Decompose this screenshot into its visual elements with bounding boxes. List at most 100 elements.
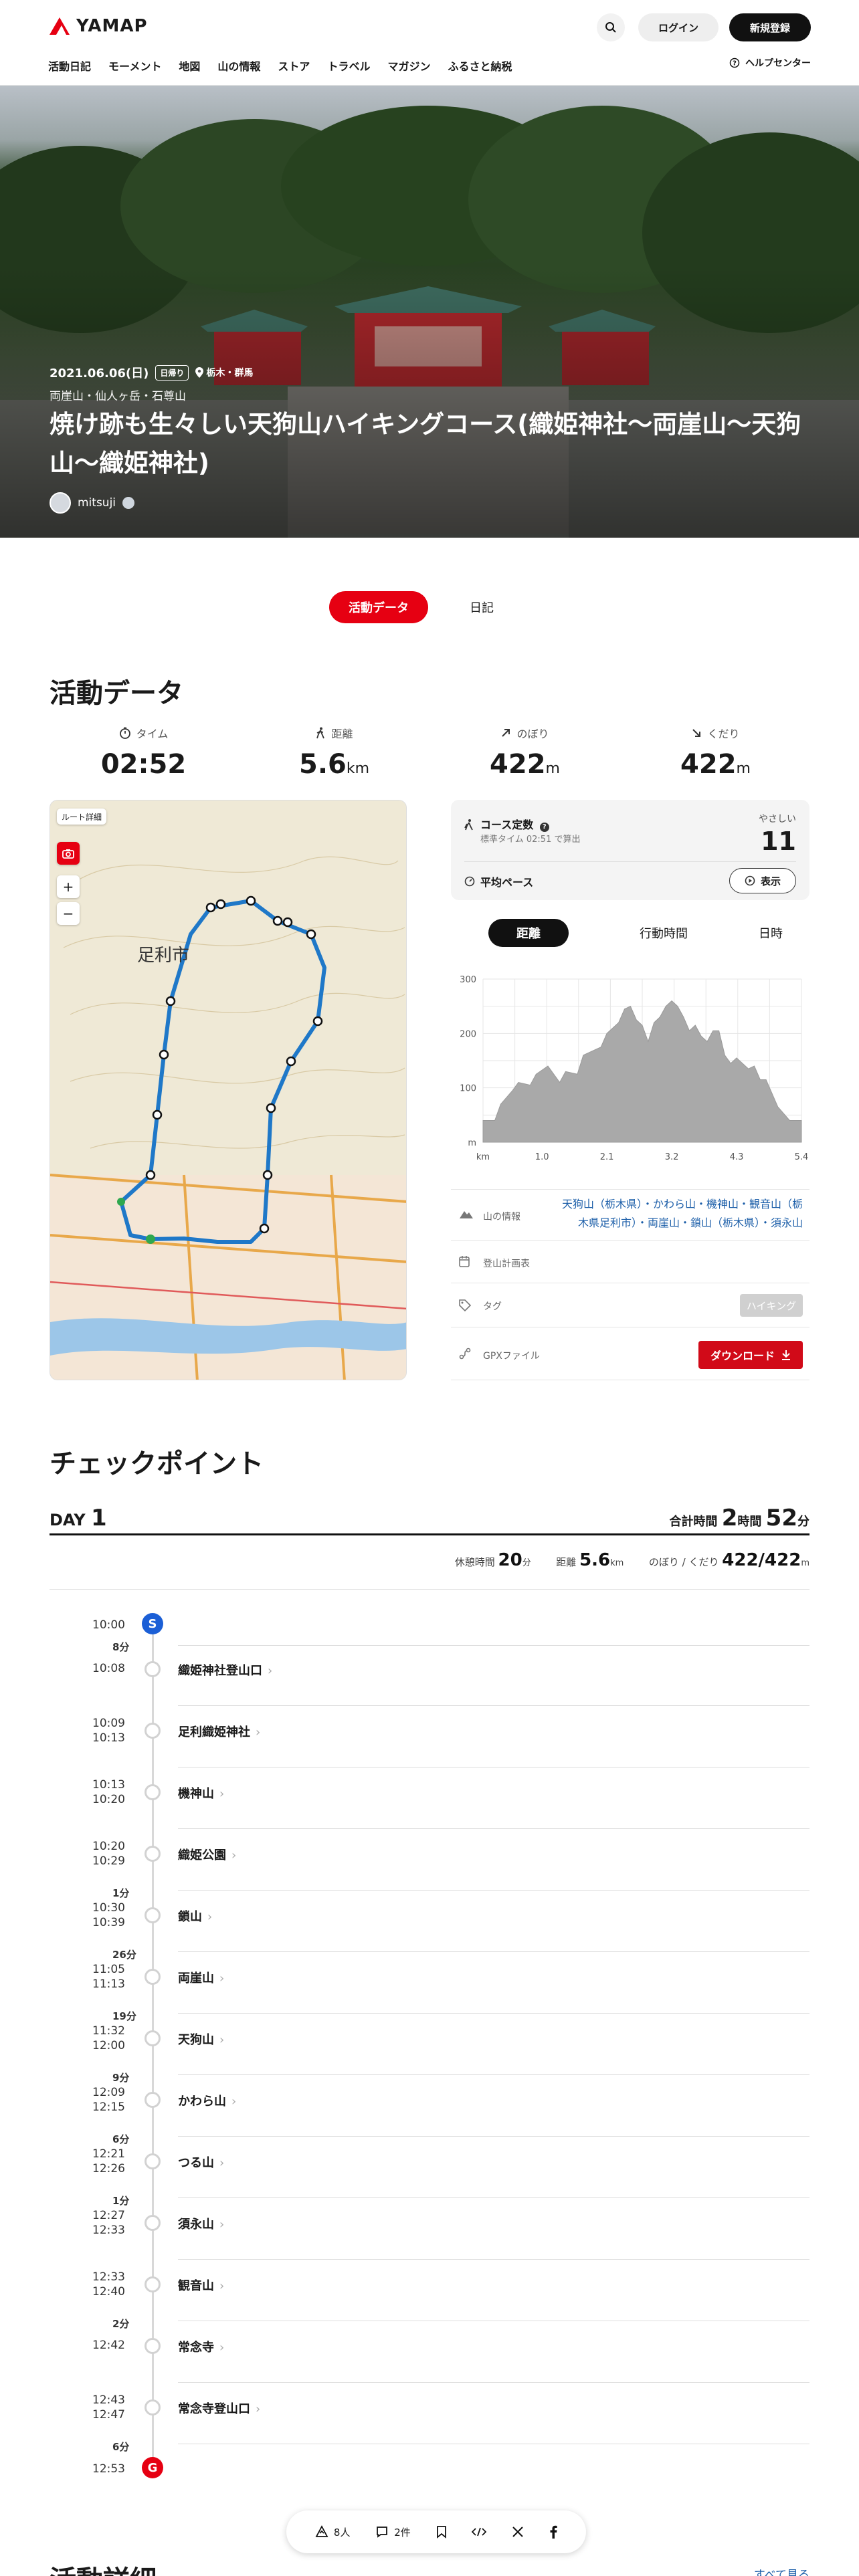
yamap-logo[interactable]: YAMAP (48, 16, 148, 36)
login-button[interactable]: ログイン (638, 13, 719, 41)
zoom-in-button[interactable]: + (57, 875, 80, 898)
checkpoint-name-link[interactable]: 常念寺登山口 › (178, 2399, 260, 2417)
show-pace-button[interactable]: 表示 (729, 868, 796, 893)
mountain-logo-icon (50, 17, 70, 35)
nav-item-activity[interactable]: 活動日記 (48, 58, 91, 74)
interval-label: 8分 (112, 1641, 130, 1653)
checkpoint-dot (145, 1723, 161, 1739)
main-nav: 活動日記 モーメント 地図 山の情報 ストア トラベル マガジン ふるさと納税 (48, 58, 512, 74)
checkpoint-time: 11:32 (92, 2024, 125, 2038)
checkpoint-name: 常念寺 (178, 2341, 214, 2355)
checkpoint-name-link[interactable]: つる山 › (178, 2153, 224, 2171)
checkpoint-row[interactable]: 6分 12:21 12:26 つる山 › (0, 2133, 859, 2198)
checkpoint-row[interactable]: 10:13 10:20 機神山 › (0, 1771, 859, 1829)
divider (178, 2074, 809, 2075)
checkpoint-name: 天狗山 (178, 2033, 214, 2047)
tab-datetime[interactable]: 日時 (759, 924, 783, 942)
help-center-link[interactable]: ? ヘルプセンター (729, 56, 811, 70)
checkpoint-name-link[interactable]: かわら山 › (178, 2092, 236, 2109)
embed-button[interactable] (472, 2527, 487, 2537)
nav-item-travel[interactable]: トラベル (327, 58, 370, 74)
checkpoint-dot (145, 1661, 161, 1677)
tab-diary[interactable]: 日記 (455, 591, 508, 623)
checkpoint-row[interactable]: 10:20 10:29 織姫公園 › (0, 1832, 859, 1891)
verified-icon (122, 497, 135, 509)
camera-button[interactable] (57, 842, 80, 865)
checkpoint-row[interactable]: 1分 12:27 12:33 須永山 › (0, 2195, 859, 2260)
calendar-icon (459, 1256, 470, 1267)
checkpoint-name: 足利織姫神社 (178, 1725, 250, 1739)
signup-button[interactable]: 新規登録 (729, 13, 811, 41)
zoom-out-button[interactable]: − (57, 902, 80, 925)
goal-marker: G (142, 2457, 163, 2478)
see-all-link[interactable]: すべて見る (754, 2565, 809, 2576)
tab-distance[interactable]: 距離 (488, 919, 569, 947)
checkpoint-row[interactable]: 26分 11:05 11:13 両崖山 › (0, 1949, 859, 2014)
route-map[interactable]: 足利市 ルート詳細 + − (50, 800, 407, 1380)
total-hours-unit: 時間 (737, 1515, 762, 1529)
nav-item-magazine[interactable]: マガジン (387, 58, 430, 74)
checkpoint-name-link[interactable]: 足利織姫神社 › (178, 1723, 260, 1740)
checkpoint-name: 常念寺登山口 (178, 2402, 250, 2416)
tab-activity-data[interactable]: 活動データ (329, 591, 428, 623)
interval-label: 19分 (112, 2010, 136, 2022)
checkpoint-name-link[interactable]: 天狗山 › (178, 2030, 224, 2048)
updown-label: のぼり / くだり (648, 1556, 719, 1568)
facebook-share-button[interactable] (549, 2525, 557, 2539)
checkpoint-name-link[interactable]: 機神山 › (178, 1784, 224, 1802)
checkpoint-row[interactable]: 9分 12:09 12:15 かわら山 › (0, 2072, 859, 2137)
activity-stats: タイム 02:52 距離 5.6km のぼり 422m くだり 422m (48, 725, 811, 780)
location[interactable]: 栃木・群馬 (195, 366, 253, 379)
search-button[interactable] (597, 13, 625, 41)
checkpoint-name-link[interactable]: 常念寺 › (178, 2338, 224, 2355)
checkpoint-dot (145, 2215, 161, 2231)
checkpoint-name-link[interactable]: 両崖山 › (178, 1969, 224, 1986)
checkpoint-name-link[interactable]: 観音山 › (178, 2276, 224, 2294)
checkpoint-row[interactable]: 19分 11:32 12:00 天狗山 › (0, 2010, 859, 2075)
checkpoint-name-link[interactable]: 須永山 › (178, 2215, 224, 2232)
checkpoint-row[interactable]: 12:33 12:40 観音山 › (0, 2263, 859, 2321)
checkpoint-row[interactable]: 10:09 10:13 足利織姫神社 › (0, 1709, 859, 1767)
chevron-right-icon: › (256, 2402, 261, 2416)
x-share-button[interactable] (512, 2526, 524, 2538)
map-pin-icon (195, 367, 204, 378)
nav-item-store[interactable]: ストア (278, 58, 310, 74)
nav-item-moment[interactable]: モーメント (108, 58, 161, 74)
stat-descent-unit: m (736, 760, 751, 777)
checkpoint-dot (145, 2338, 161, 2354)
y-axis-unit: m (468, 1138, 476, 1148)
course-level: やさしい (759, 814, 796, 825)
nav-item-furusato[interactable]: ふるさと納税 (448, 58, 512, 74)
mountain-info-links[interactable]: 天狗山（栃木県）・かわら山・機神山・観音山（栃木県足利市）・両崖山・鎖山（栃木県… (558, 1195, 803, 1232)
checkpoint-row[interactable]: 12:43 12:47 常念寺登山口 › (0, 2386, 859, 2444)
like-button[interactable]: 8人 (315, 2525, 350, 2539)
divider (178, 1705, 809, 1706)
activity-date: 2021.06.06(日) (50, 366, 149, 381)
info-icon[interactable]: ? (539, 823, 549, 832)
tab-moving-time[interactable]: 行動時間 (640, 924, 688, 942)
checkpoint-row[interactable]: 1分 10:30 10:39 鎖山 › (0, 1887, 859, 1952)
checkpoint-dot (145, 1969, 161, 1985)
checkpoint-name-link[interactable]: 鎖山 › (178, 1907, 212, 1925)
total-minutes: 52 (765, 1505, 797, 1531)
checkpoint-row[interactable]: 8分 10:08 織姫神社登山口 › (0, 1641, 859, 1706)
updown-unit: m (801, 1558, 809, 1568)
comment-button[interactable]: 2件 (375, 2525, 411, 2539)
checkpoint-name-link[interactable]: 織姫公園 › (178, 1846, 236, 1863)
distance-label: 距離 (556, 1556, 577, 1568)
author[interactable]: mitsuji (50, 492, 135, 514)
stat-time-value: 02:52 (100, 749, 187, 780)
nav-item-map[interactable]: 地図 (179, 58, 200, 74)
checkpoint-time: 12:43 (92, 2393, 125, 2407)
bookmark-button[interactable] (436, 2525, 447, 2539)
checkpoint-name-link[interactable]: 織姫神社登山口 › (178, 1661, 272, 1679)
hero-mountains[interactable]: 両崖山・仙人ヶ岳・石尊山 (50, 387, 186, 403)
gpx-download-button[interactable]: ダウンロード (698, 1341, 803, 1369)
checkpoint-row[interactable]: 2分 12:42 常念寺 › (0, 2318, 859, 2383)
tag-chip[interactable]: ハイキング (740, 1294, 803, 1317)
nav-item-mountain-info[interactable]: 山の情報 (217, 58, 260, 74)
checkpoint-times: 10:20 10:29 (92, 1839, 132, 1868)
x-tick-label: 3.2 (665, 1152, 679, 1162)
route-detail-button[interactable]: ルート詳細 (57, 809, 106, 825)
chevron-right-icon: › (219, 1787, 225, 1801)
